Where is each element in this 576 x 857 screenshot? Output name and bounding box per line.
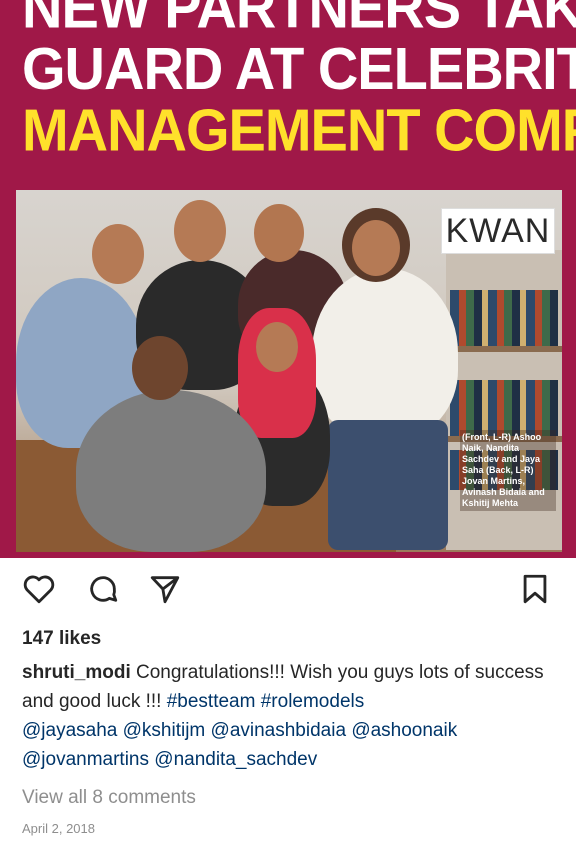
person-front-right [312,268,458,438]
group-photo: KWAN (Front, L-R) Ashoo Naik, Nandita Sa… [16,190,562,552]
photo-caption: (Front, L-R) Ashoo Naik, Nandita Sachdev… [460,430,556,511]
mention-link[interactable]: @nandita_sachdev [154,749,317,770]
person-front-left [76,390,266,552]
paper-plane-icon[interactable] [148,572,182,606]
bookmark-icon[interactable] [518,572,552,606]
post-actions-bar [0,558,576,620]
headline-line-1: NEW PARTNERS TAKE FRESH [22,0,576,41]
caption-comment: shruti_modi Congratulations!!! Wish you … [22,658,552,774]
view-all-comments-link[interactable]: View all 8 comments [22,787,196,809]
person-front-left-head [132,336,188,400]
headline-line-3: MANAGEMENT COMPANY [22,96,576,164]
person-back-2-head [174,200,226,262]
person-back-1-head [92,224,144,284]
post-image[interactable]: NEW PARTNERS TAKE FRESH GUARD AT CELEBRI… [0,0,576,558]
mention-link[interactable]: @kshitijm [123,720,206,741]
person-front-right-legs [328,420,448,550]
person-back-3-head [254,204,304,262]
comment-username[interactable]: shruti_modi [22,662,131,683]
likes-count[interactable]: 147 likes [22,628,101,650]
headline: NEW PARTNERS TAKE FRESH GUARD AT CELEBRI… [22,0,576,164]
mention-link[interactable]: @jovanmartins [22,749,149,770]
hashtag-link[interactable]: #rolemodels [261,691,365,712]
mention-link[interactable]: @avinashbidaia [211,720,347,741]
kwan-logo: KWAN [441,208,555,254]
post-date: April 2, 2018 [22,821,95,836]
heart-icon[interactable] [22,572,56,606]
hashtag-link[interactable]: #bestteam [167,691,256,712]
mention-link[interactable]: @ashoonaik [351,720,457,741]
person-front-middle-face [256,322,298,372]
person-front-right-face [352,220,400,276]
mention-link[interactable]: @jayasaha [22,720,117,741]
comment-bubble-icon[interactable] [86,572,120,606]
headline-line-2: GUARD AT CELEBRITY [22,34,576,102]
